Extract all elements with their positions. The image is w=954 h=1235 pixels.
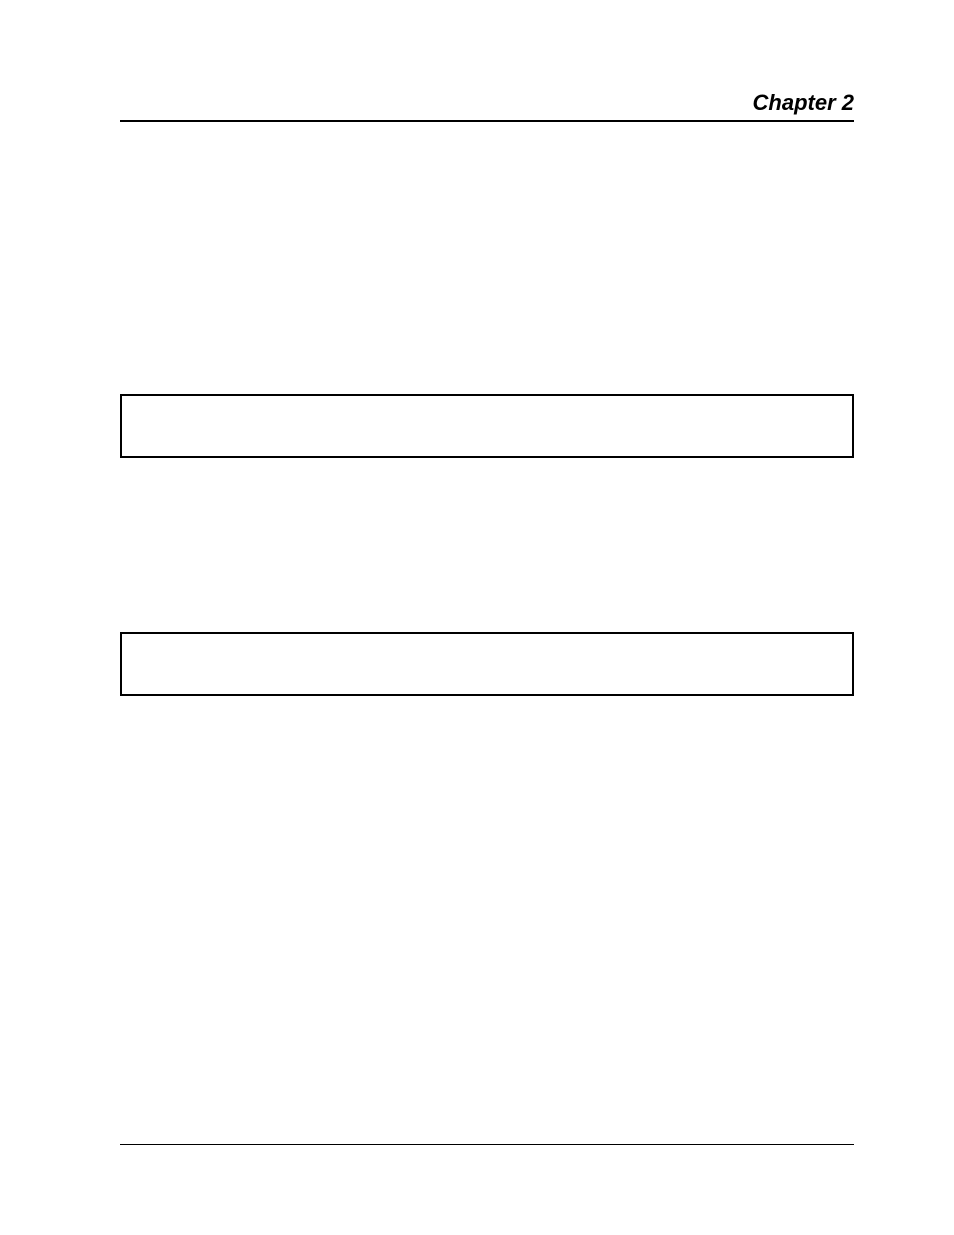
note-box-lower	[120, 632, 854, 696]
note-box-upper	[120, 394, 854, 458]
mid-whitespace	[120, 470, 854, 620]
footer-rule	[120, 1144, 854, 1145]
chapter-header: Chapter 2	[120, 90, 854, 122]
upper-whitespace	[120, 122, 854, 382]
document-page: Chapter 2	[0, 0, 954, 1235]
